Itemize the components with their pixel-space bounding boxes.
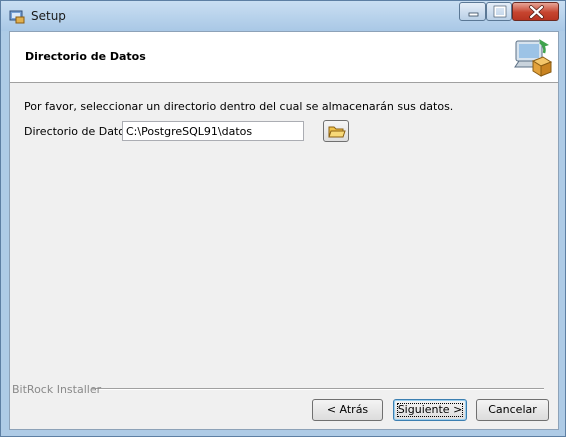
directory-label: Directorio de Datos: [24, 125, 131, 138]
focus-rectangle: [397, 403, 463, 417]
next-button[interactable]: Siguiente >: [393, 399, 467, 421]
title-bar[interactable]: Setup: [1, 1, 565, 31]
maximize-icon: [493, 5, 507, 18]
footer-divider: [92, 388, 544, 390]
browse-button[interactable]: [323, 120, 349, 142]
folder-open-icon: [328, 126, 346, 138]
minimize-icon: [468, 12, 479, 17]
setup-icon: [9, 8, 25, 24]
back-button[interactable]: < Atrás: [312, 399, 383, 421]
instruction-text: Por favor, seleccionar un directorio den…: [24, 100, 454, 113]
directory-field[interactable]: [122, 121, 304, 141]
minimize-button[interactable]: [459, 2, 486, 21]
setup-window: Setup Directorio de Datos Por favor, sel…: [0, 0, 566, 437]
close-icon: [529, 5, 544, 19]
installer-brand-text: BitRock Installer: [12, 383, 102, 396]
maximize-button[interactable]: [486, 2, 512, 21]
dialog-header: Directorio de Datos: [10, 32, 558, 83]
cancel-button[interactable]: Cancelar: [476, 399, 549, 421]
computer-install-icon: [513, 37, 553, 79]
window-title: Setup: [31, 9, 66, 23]
close-button[interactable]: [512, 2, 559, 21]
dialog-client-area: Directorio de Datos Por favor, seleccion…: [9, 31, 559, 430]
page-title: Directorio de Datos: [25, 50, 146, 63]
